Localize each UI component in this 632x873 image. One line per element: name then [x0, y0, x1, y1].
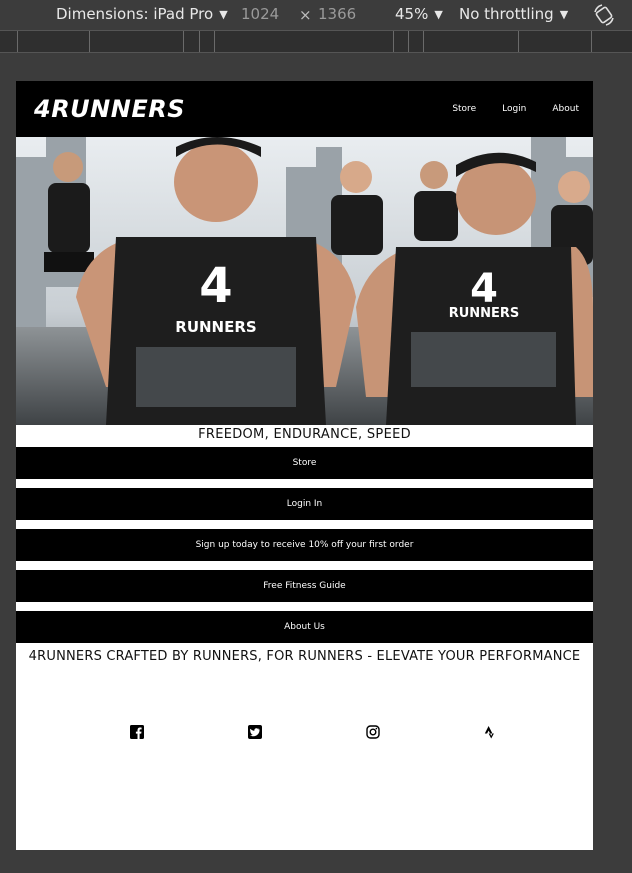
runners-hero-image: 4 RUNNERS 4 RUNNERS — [16, 137, 593, 425]
chevron-down-icon: ▼ — [434, 7, 443, 21]
instagram-icon[interactable] — [366, 725, 380, 739]
svg-text:RUNNERS: RUNNERS — [449, 306, 520, 321]
throttling-dropdown[interactable]: No throttling ▼ — [459, 5, 568, 23]
chevron-down-icon: ▼ — [559, 7, 569, 21]
media-query-bar — [0, 30, 632, 53]
media-query-segment[interactable] — [199, 31, 200, 52]
device-dimensions-dropdown[interactable]: Dimensions: iPad Pro ▼ — [56, 5, 228, 23]
media-query-segment[interactable] — [408, 31, 409, 52]
nav-about[interactable]: About — [552, 104, 579, 114]
site-nav: Store Login About — [452, 104, 579, 114]
rotate-icon[interactable] — [592, 3, 616, 27]
media-query-segment[interactable] — [518, 31, 519, 52]
svg-text:RUNNERS: RUNNERS — [175, 318, 256, 336]
media-query-segment[interactable] — [89, 31, 90, 52]
throttling-label: No throttling — [459, 5, 554, 23]
signup-discount-button[interactable]: Sign up today to receive 10% off your fi… — [16, 529, 593, 561]
nav-store[interactable]: Store — [452, 104, 476, 114]
zoom-dropdown[interactable]: 45% ▼ — [395, 5, 443, 23]
media-query-segment[interactable] — [393, 31, 394, 52]
device-toolbar: Dimensions: iPad Pro ▼ 1024 × 1366 45% ▼… — [0, 0, 632, 30]
zoom-label: 45% — [395, 5, 429, 23]
tagline: FREEDOM, ENDURANCE, SPEED — [198, 427, 411, 442]
media-query-segment[interactable] — [214, 31, 215, 52]
hero-image: 4 RUNNERS 4 RUNNERS — [16, 137, 593, 425]
device-dimensions-label: Dimensions: iPad Pro — [56, 5, 214, 23]
times-icon: × — [299, 6, 312, 24]
twitter-icon[interactable] — [248, 725, 262, 739]
media-query-segment[interactable] — [183, 31, 184, 52]
social-links — [16, 725, 593, 741]
width-field[interactable]: 1024 — [241, 5, 279, 23]
login-button[interactable]: Login In — [16, 488, 593, 520]
about-us-button[interactable]: About Us — [16, 611, 593, 643]
chevron-down-icon: ▼ — [219, 7, 228, 21]
height-field[interactable]: 1366 — [318, 5, 356, 23]
site-logo[interactable]: 4RUNNERS — [34, 95, 185, 123]
site-header: 4RUNNERS Store Login About — [16, 81, 593, 137]
strava-icon[interactable] — [483, 725, 497, 739]
facebook-icon[interactable] — [130, 725, 144, 739]
brand-slogan: 4RUNNERS CRAFTED BY RUNNERS, FOR RUNNERS… — [28, 649, 581, 664]
store-button[interactable]: Store — [16, 447, 593, 479]
svg-text:4: 4 — [199, 258, 232, 314]
media-query-segment[interactable] — [17, 31, 18, 52]
cta-buttons: Store Login In Sign up today to receive … — [16, 447, 593, 643]
fitness-guide-button[interactable]: Free Fitness Guide — [16, 570, 593, 602]
media-query-segment[interactable] — [423, 31, 424, 52]
nav-login[interactable]: Login — [502, 104, 526, 114]
media-query-segment[interactable] — [591, 31, 592, 52]
device-viewport: 4RUNNERS Store Login About 4 RUNNERS 4 R… — [16, 81, 593, 850]
